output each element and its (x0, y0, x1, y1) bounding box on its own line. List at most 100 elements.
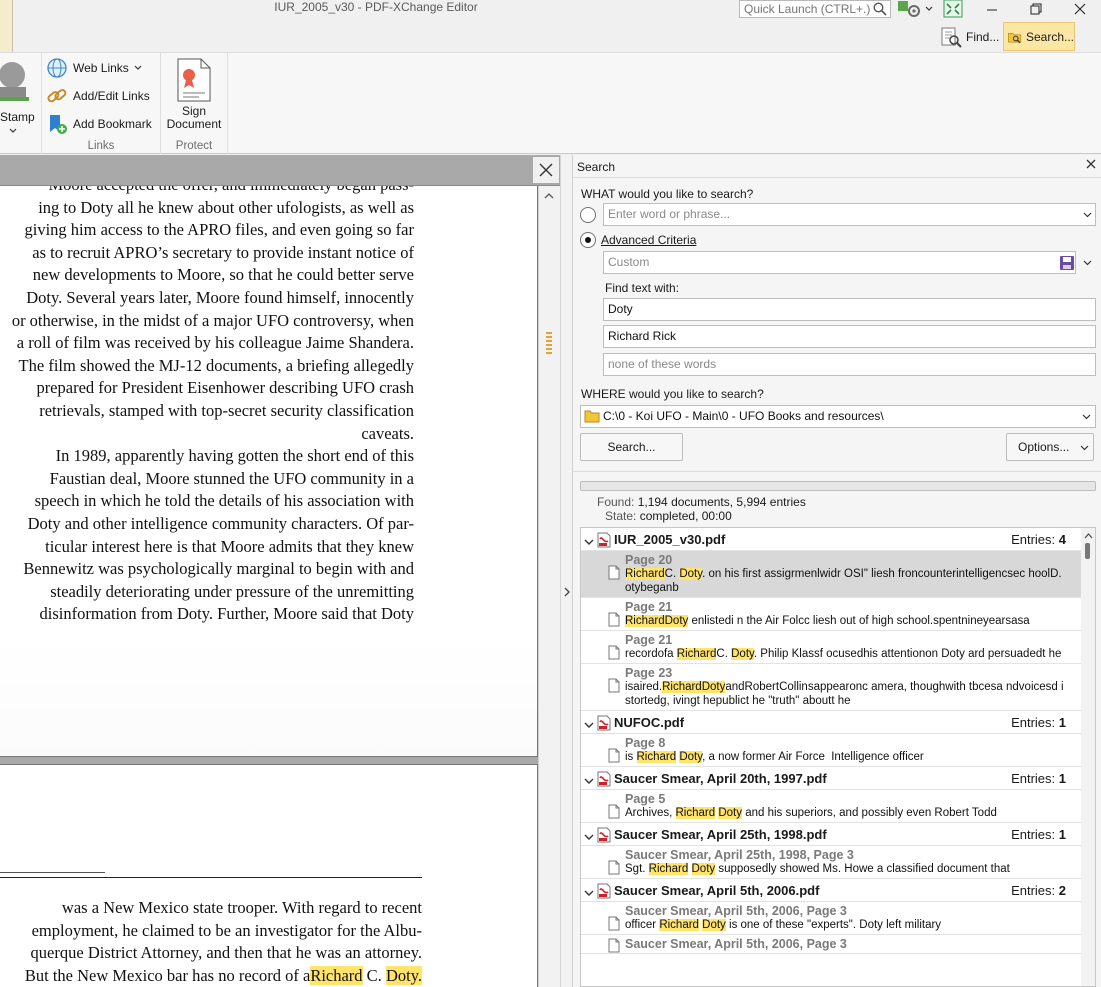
document-page[interactable]: Moore accepted the offer, and immediatel… (0, 186, 538, 757)
scroll-thumb[interactable] (1085, 543, 1090, 559)
result-file-row[interactable]: IUR_2005_v30.pdf Entries: 4 (581, 528, 1082, 551)
search-tab-button[interactable]: Search... (1003, 22, 1075, 51)
close-panel-button[interactable] (1086, 158, 1098, 170)
find-label: Find... (966, 29, 1000, 44)
state-status: State: completed, 00:00 (605, 509, 732, 523)
result-file-row[interactable]: Saucer Smear, April 5th, 2006.pdf Entries… (581, 879, 1082, 902)
result-entry-row[interactable]: Page 5 Archives, Richard Doty and his sup… (581, 790, 1082, 823)
page-icon (608, 748, 620, 766)
text-line: querque District Attorney, and then that… (0, 942, 422, 965)
found-label: Found: (597, 495, 635, 509)
phrase-input[interactable]: Enter word or phrase... (603, 203, 1096, 226)
options-button-label: Options... (1018, 440, 1070, 454)
document-view[interactable]: Moore accepted the offer, and immediatel… (0, 155, 568, 987)
chevron-down-icon (584, 829, 594, 844)
location-select[interactable]: C:\0 - Koi UFO - Main\0 - UFO Books and … (580, 405, 1096, 428)
panel-splitter[interactable] (560, 155, 573, 987)
chevron-down-icon (584, 717, 594, 732)
result-context: RichardDoty enlistedi n the Air Folcc li… (625, 614, 1066, 628)
entries-number: 1 (1058, 771, 1066, 786)
page-icon (608, 678, 620, 696)
chevron-down-icon (1083, 260, 1092, 266)
result-entries-count: Entries: 1 (1011, 715, 1066, 730)
phrase-radio[interactable] (580, 207, 596, 223)
result-entry-row[interactable]: Saucer Smear, April 5th, 2006, Page 3 (581, 935, 1082, 954)
result-file-row[interactable]: Saucer Smear, April 25th, 1998.pdf Entrie… (581, 823, 1082, 846)
what-label: WHAT would you like to search? (581, 187, 754, 201)
close-window-button[interactable] (1060, 0, 1100, 18)
results-list[interactable]: IUR_2005_v30.pdf Entries: 4 Page 20 Richard… (580, 527, 1096, 987)
result-page-label: Page 23 (625, 666, 673, 680)
context-text: Sgt. (625, 863, 649, 875)
find-button[interactable]: Find... (938, 22, 1000, 51)
advanced-criteria-radio[interactable] (580, 232, 596, 248)
add-edit-links-button[interactable]: Add/Edit Links (46, 84, 150, 108)
quick-launch-input[interactable] (740, 1, 870, 17)
context-text: Archives, (625, 807, 676, 819)
result-entry-row[interactable]: Page 8 is Richard Doty, a now former Air … (581, 734, 1082, 767)
search-highlight: RichardDoty (625, 615, 689, 627)
result-file-name: Saucer Smear, April 20th, 1997.pdf (614, 771, 827, 786)
pdf-file-icon (596, 715, 612, 734)
restore-button[interactable] (1016, 0, 1056, 18)
text-line: giving him access to the APRO files, and… (24, 220, 414, 240)
term-input-1[interactable]: Doty (603, 298, 1096, 321)
result-page-label: Page 8 (625, 736, 666, 750)
criteria-dropdown-button[interactable] (1078, 251, 1096, 274)
web-links-button[interactable]: Web Links (46, 56, 142, 80)
fullscreen-icon[interactable] (943, 0, 963, 18)
result-entry-row[interactable]: Page 21 RichardDoty enlistedi n the Air F… (581, 598, 1082, 631)
result-entry-row[interactable]: Page 21 recordofa RichardC. Doty. Philip … (581, 631, 1082, 664)
document-page[interactable]: was a New Mexico state trooper. With reg… (0, 764, 538, 987)
advanced-criteria-link[interactable]: Advanced Criteria (601, 233, 696, 247)
sign-document-button[interactable]: Sign Document (161, 57, 227, 135)
result-file-row[interactable]: NUFOC.pdf Entries: 1 (581, 711, 1082, 734)
result-page-label: Saucer Smear, April 5th, 2006, Page 3 (625, 937, 847, 951)
stamp-button[interactable]: Stamp (0, 55, 40, 135)
sign-label-2: Document (166, 117, 222, 131)
text-line: Moore accepted the offer, and immediatel… (0, 186, 414, 197)
folder-icon (584, 410, 600, 423)
text-line: Doty and other intelligence community ch… (27, 513, 414, 533)
result-file-row[interactable]: Saucer Smear, April 20th, 1997.pdf Entrie… (581, 767, 1082, 790)
result-entry-row[interactable]: Page 20 RichardC. Doty. on his first assi… (581, 551, 1082, 598)
page-icon (608, 645, 620, 663)
protect-group-label: Protect (175, 140, 213, 152)
text-line: a roll of film was received by his colle… (16, 333, 414, 353)
result-page-label: Page 5 (625, 792, 666, 806)
exclude-words-input[interactable]: none of these words (603, 353, 1096, 376)
context-text: C. (664, 568, 680, 580)
term-input-2[interactable]: Richard Rick (603, 325, 1096, 348)
minimize-button[interactable] (972, 0, 1012, 18)
criteria-select[interactable]: Custom (603, 251, 1076, 274)
chevron-down-icon (1080, 445, 1089, 451)
panel-header-rule (573, 177, 1101, 178)
result-entry-row[interactable]: Saucer Smear, April 5th, 2006, Page 3 off… (581, 902, 1082, 935)
sign-document-icon (177, 58, 211, 102)
result-entry-row[interactable]: Page 23 isaired.RichardDotyandRobertColli… (581, 664, 1082, 711)
ui-options-icon[interactable] (897, 0, 935, 18)
result-entries-count: Entries: 1 (1011, 771, 1066, 786)
search-button[interactable]: Search... (580, 433, 683, 461)
options-button[interactable]: Options... (1006, 433, 1094, 461)
links-group-label: Links (87, 140, 115, 152)
result-entry-row[interactable]: Saucer Smear, April 25th, 1998, Page 3 Sg… (581, 846, 1082, 879)
context-text: officer (625, 919, 660, 931)
result-context: Sgt. Richard Doty supposedly showed Ms. … (625, 862, 1066, 876)
save-icon[interactable] (1059, 255, 1075, 271)
search-highlight: Richard (659, 919, 699, 931)
add-edit-links-label: Add/Edit Links (73, 89, 150, 103)
results-scrollbar[interactable] (1081, 528, 1095, 986)
page-icon (608, 860, 620, 878)
search-highlight: Richard (676, 648, 717, 660)
search-highlight: Doty (691, 863, 716, 875)
quick-launch-box[interactable] (739, 0, 891, 18)
close-icon (539, 163, 553, 177)
search-highlight: Doty (731, 648, 754, 660)
result-entries-count: Entries: 1 (1011, 827, 1066, 842)
close-document-button[interactable] (533, 157, 559, 183)
chevron-down-icon (584, 885, 594, 900)
search-highlight: Doty (679, 751, 703, 763)
text-line: steadily deteriorating under pressure of… (50, 581, 414, 601)
add-bookmark-button[interactable]: Add Bookmark (46, 112, 152, 136)
